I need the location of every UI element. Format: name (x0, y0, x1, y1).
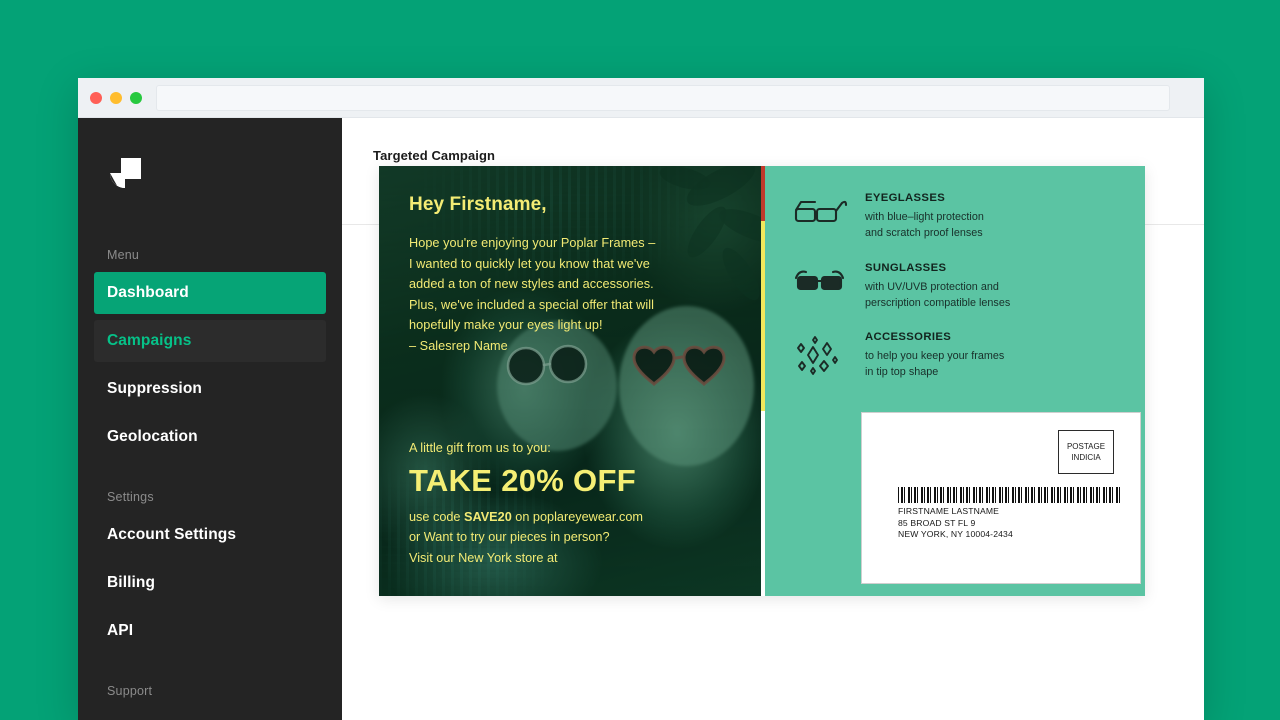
sidebar-section-settings: Settings Account Settings Billing API (78, 490, 342, 652)
feature-desc-line: with UV/UVB protection and (865, 280, 999, 293)
postcard-front-content: Hey Firstname, Hope you're enjoying your… (379, 166, 761, 596)
app-body: Menu Dashboard Campaigns Suppression Geo… (78, 118, 1204, 720)
postcard-message-block: Hey Firstname, Hope you're enjoying your… (409, 194, 731, 357)
sidebar-section-label-settings: Settings (107, 490, 154, 504)
postcard-offer-lines: use code SAVE20 on poplareyewear.com or … (409, 507, 731, 569)
sidebar-divider-1 (78, 464, 342, 490)
address-line: FIRSTNAME LASTNAME (898, 506, 1000, 516)
address-bar[interactable] (156, 84, 1170, 111)
postcard-front: Hey Firstname, Hope you're enjoying your… (379, 166, 761, 596)
sidebar-items-menu: Dashboard Campaigns Suppression Geolocat… (78, 272, 342, 458)
postcard-offer-intro: A little gift from us to you: (409, 440, 551, 455)
brand-logo[interactable] (78, 140, 342, 248)
postcard-body-line: I wanted to quickly let you know that we… (409, 256, 650, 271)
promo-code: SAVE20 (464, 509, 512, 524)
indicia-line-2: INDICIA (1071, 453, 1101, 462)
sparkles-icon (793, 331, 855, 376)
sidebar-item-campaigns[interactable]: Campaigns (94, 320, 326, 362)
feature-sunglasses: SUNGLASSES with UV/UVB protection and pe… (765, 262, 1145, 312)
postcard-back: EYEGLASSES with blue–light protection an… (765, 166, 1145, 596)
postcard-offer-line: Visit our New York store at (409, 550, 558, 565)
window-traffic-lights (90, 91, 142, 104)
feature-desc-line: and scratch proof lenses (865, 227, 983, 240)
feature-desc-line: in tip top shape (865, 366, 939, 379)
sidebar-section-label-support: Support (107, 684, 153, 698)
feature-title: SUNGLASSES (865, 261, 947, 274)
postcard-body-line: Hope you're enjoying your Poplar Frames … (409, 236, 656, 250)
page-title: Targeted Campaign (373, 148, 496, 163)
sidebar-items-settings: Account Settings Billing API (78, 514, 342, 652)
sidebar-item-documentation[interactable]: Documentation (94, 708, 326, 720)
feature-title: EYEGLASSES (865, 192, 946, 204)
sidebar-item-dashboard[interactable]: Dashboard (94, 272, 326, 314)
minimize-window-icon[interactable] (110, 91, 122, 104)
sunglasses-icon (793, 262, 855, 296)
address-block: FIRSTNAME LASTNAME 85 BROAD ST FL 9 NEW … (898, 487, 1120, 541)
postcard-offer-line: or Want to try our pieces in person? (409, 530, 610, 544)
sidebar-section-menu: Menu Dashboard Campaigns Suppression Geo… (78, 248, 342, 458)
postage-indicia: POSTAGE INDICIA (1058, 430, 1114, 474)
browser-titlebar (78, 78, 1204, 118)
postcard-body-line: Plus, we've included a special offer tha… (409, 297, 654, 312)
feature-desc-line: to help you keep your frames (865, 350, 1005, 363)
sidebar-divider-2 (78, 658, 342, 684)
browser-window: Menu Dashboard Campaigns Suppression Geo… (78, 78, 1204, 720)
postcard-body-line: added a ton of new styles and accessorie… (409, 277, 654, 292)
poplar-logo-icon (110, 158, 141, 188)
sidebar-item-suppression[interactable]: Suppression (94, 368, 326, 410)
feature-accessories: ACCESSORIES to help you keep your frames… (765, 331, 1145, 381)
feature-desc-line: perscription compatible lenses (865, 296, 1011, 309)
postcard-signature: – Salesrep Name (409, 338, 508, 353)
indicia-line-1: POSTAGE (1066, 441, 1106, 451)
feature-title: ACCESSORIES (865, 331, 952, 344)
address-line: 85 BROAD ST FL 9 (898, 517, 976, 528)
maximize-window-icon[interactable] (130, 91, 142, 104)
address-line: NEW YORK, NY 10004-2434 (898, 529, 1013, 540)
postcard-offer-headline: TAKE 20% OFF (409, 462, 636, 498)
postcard-body-line: hopefully make your eyes light up! (409, 318, 603, 333)
feature-desc-line: with blue–light protection (865, 211, 984, 223)
sidebar-items-support: Documentation (78, 708, 342, 720)
sidebar-item-account-settings[interactable]: Account Settings (94, 514, 326, 556)
sidebar: Menu Dashboard Campaigns Suppression Geo… (78, 118, 342, 720)
postcard-promo-code-line: use code SAVE20 on poplareyewear.com (409, 507, 731, 528)
close-window-icon[interactable] (90, 91, 102, 104)
feature-text-accessories: ACCESSORIES to help you keep your frames… (855, 331, 1004, 381)
feature-text-eyeglasses: EYEGLASSES with blue–light protection an… (855, 192, 984, 242)
sidebar-item-api[interactable]: API (94, 610, 326, 652)
feature-eyeglasses: EYEGLASSES with blue–light protection an… (765, 192, 1145, 242)
eyeglasses-icon (793, 192, 855, 226)
promo-suffix: on poplareyewear.com (511, 509, 643, 524)
sidebar-item-billing[interactable]: Billing (94, 562, 326, 604)
promo-prefix: use code (409, 509, 465, 524)
sidebar-item-geolocation[interactable]: Geolocation (94, 416, 326, 458)
intelligent-mail-barcode-icon (898, 487, 1120, 503)
postcard-greeting: Hey Firstname, (409, 194, 547, 215)
sidebar-section-label-menu: Menu (107, 248, 140, 262)
main-content: Targeted Campaign Overview Creative One … (342, 118, 1204, 720)
sidebar-section-support: Support Documentation (78, 684, 342, 720)
mailing-address-panel: POSTAGE INDICIA FIRSTNAME LASTNAME 85 BR… (861, 412, 1141, 584)
postcard-preview[interactable]: Hey Firstname, Hope you're enjoying your… (379, 166, 1145, 596)
feature-text-sunglasses: SUNGLASSES with UV/UVB protection and pe… (855, 262, 1010, 312)
postcard-offer-block: A little gift from us to you: TAKE 20% O… (409, 438, 731, 569)
postcard-body: Hope you're enjoying your Poplar Frames … (409, 233, 731, 357)
